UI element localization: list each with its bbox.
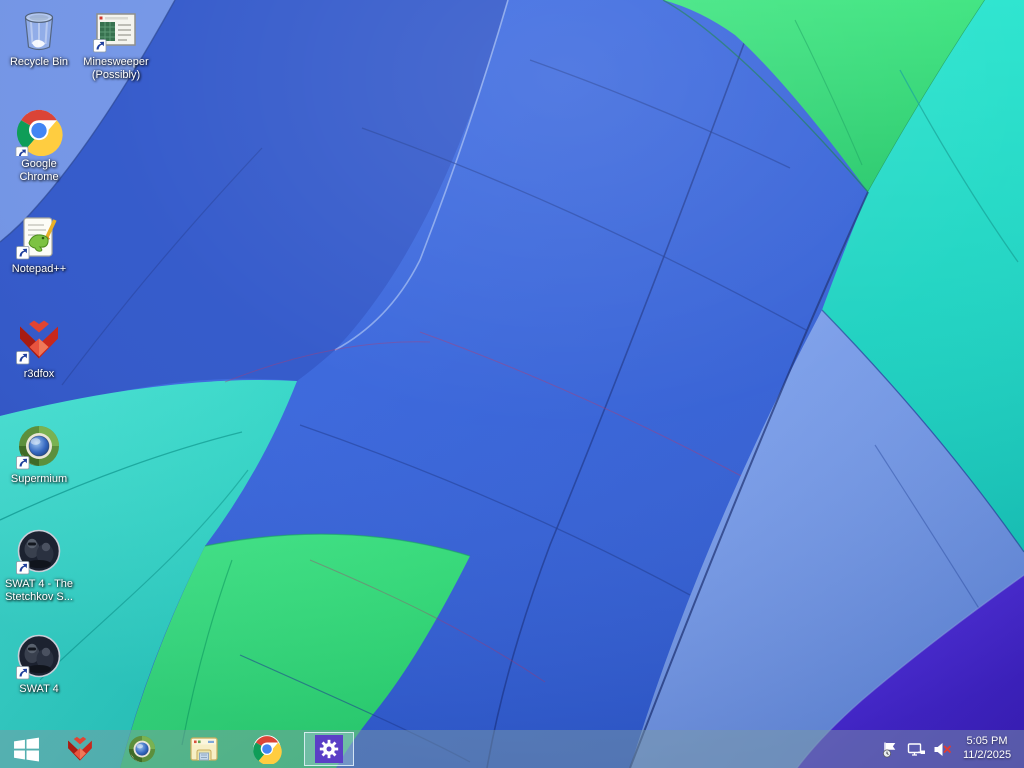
taskbar-button-chrome[interactable] [249,731,285,767]
r3dfox-icon [68,736,92,761]
minesweeper-icon [92,6,140,54]
volume-muted-icon[interactable] [933,740,952,759]
tray-date: 11/2/2025 [962,749,1012,761]
supermium-icon [128,735,156,763]
desktop-icon-label: Notepad++ [11,263,67,275]
tray-time: 5:05 PM [966,735,1008,747]
taskbar-button-file-explorer[interactable] [186,731,222,767]
taskbar-button-r3dfox[interactable] [62,731,98,767]
system-tray [881,730,952,768]
start-button[interactable] [6,731,46,767]
swat4-icon [15,633,63,681]
taskbar: 5:05 PM 11/2/2025 [0,730,1024,768]
chrome-icon [253,735,282,764]
taskbar-button-supermium[interactable] [124,731,160,767]
recycle-bin-icon [15,6,63,54]
desktop-icon-swat4-stetchkov[interactable]: SWAT 4 - The Stetchkov S... [1,528,77,603]
desktop-icon-recycle-bin[interactable]: Recycle Bin [1,6,77,69]
desktop-icon-label: Minesweeper (Possibly) [83,56,149,81]
r3dfox-icon [15,318,63,366]
desktop-icon-swat4[interactable]: SWAT 4 [1,633,77,696]
file-explorer-icon [190,737,218,761]
action-center-flag-icon[interactable] [881,740,900,759]
taskbar-clock[interactable]: 5:05 PM 11/2/2025 [954,734,1020,762]
desktop-icon-label: Supermium [10,473,68,485]
chrome-icon [15,108,63,160]
desktop: Recycle Bin Minesweeper (Possibly) Googl… [0,0,1024,768]
network-icon[interactable] [907,740,926,759]
desktop-icon-label: Google Chrome [19,158,59,183]
supermium-icon [15,423,63,471]
desktop-icon-label: r3dfox [23,368,55,380]
desktop-icon-label: Recycle Bin [9,56,69,68]
windows-logo-icon [13,737,39,762]
wallpaper-balloon-photo [0,0,1024,768]
notepad-plus-plus-icon [15,213,63,261]
taskbar-button-settings-active[interactable] [304,732,354,766]
desktop-icon-minesweeper[interactable]: Minesweeper (Possibly) [78,6,154,81]
settings-tile [315,735,343,763]
desktop-icon-label: SWAT 4 [19,683,59,695]
desktop-icon-notepad-plus-plus[interactable]: Notepad++ [1,213,77,276]
swat4-stetchkov-icon [15,528,63,576]
desktop-icon-r3dfox[interactable]: r3dfox [1,318,77,381]
gear-icon [319,739,339,759]
desktop-icon-google-chrome[interactable]: Google Chrome [1,108,77,183]
desktop-icon-supermium[interactable]: Supermium [1,423,77,486]
desktop-icon-label: SWAT 4 - The Stetchkov S... [4,578,74,603]
